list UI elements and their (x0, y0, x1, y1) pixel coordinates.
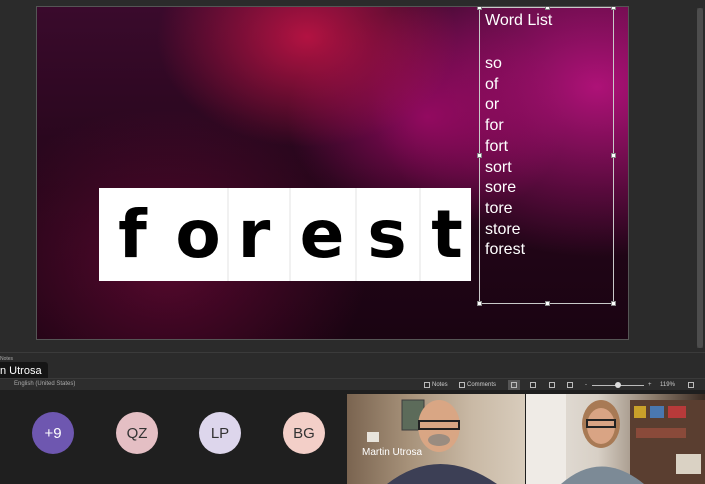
notes-button[interactable]: Notes (424, 380, 448, 390)
zoom-in-button[interactable]: + (648, 380, 652, 390)
reading-view-button[interactable] (549, 380, 555, 390)
resize-handle[interactable] (545, 7, 550, 10)
zoom-out-button[interactable]: - (585, 380, 587, 390)
word-list-item: of (485, 75, 499, 93)
word-list-title: Word List (485, 12, 553, 29)
participant-avatar[interactable]: LP (199, 412, 241, 454)
fit-to-window-button[interactable] (688, 380, 694, 390)
comment-icon (459, 382, 465, 388)
word-list-item: sore (485, 179, 517, 197)
projector-icon (567, 382, 573, 388)
tile-divider (419, 188, 421, 281)
participant-video-presenter[interactable]: Martin Utrosa (347, 394, 525, 484)
language-indicator[interactable]: English (United States) (14, 381, 75, 387)
slide-editor-area: f o r e s t Word List so of or for fort … (0, 0, 705, 378)
tile-divider (289, 188, 291, 281)
vertical-scrollbar[interactable] (697, 8, 703, 348)
word-list-item: fort (485, 137, 509, 155)
resize-handle[interactable] (477, 7, 482, 10)
letter-tile: e (299, 195, 345, 273)
word-list-item: store (485, 220, 521, 238)
grid-icon (530, 382, 536, 388)
comments-button-label: Comments (467, 382, 497, 388)
participant-avatar[interactable]: BG (283, 412, 325, 454)
word-list-item: for (485, 117, 504, 135)
tile-divider (355, 188, 357, 281)
resize-handle[interactable] (611, 7, 616, 10)
slide-canvas[interactable]: f o r e s t Word List so of or for fort … (36, 6, 629, 340)
notes-icon (424, 382, 430, 388)
letter-tile: r (237, 195, 271, 273)
normal-view-button[interactable] (508, 380, 520, 390)
word-list-item: or (485, 96, 500, 114)
word-list-item: sort (485, 158, 512, 176)
word-list-item: so (485, 55, 502, 72)
main-word-tiles: f o r e s t (99, 188, 471, 281)
letter-tile: f (118, 195, 147, 273)
slide-sorter-button[interactable] (530, 380, 536, 390)
comments-button[interactable]: Comments (459, 380, 496, 390)
zoom-level[interactable]: 119% (660, 380, 675, 390)
slideshow-button[interactable] (567, 380, 573, 390)
tile-divider (227, 188, 229, 281)
participant-avatar[interactable]: QZ (116, 412, 158, 454)
word-list-item: forest (485, 241, 526, 259)
resize-handle[interactable] (545, 301, 550, 306)
participant-video-image (526, 394, 705, 484)
presenter-video-image (367, 399, 497, 484)
normal-view-icon (511, 382, 517, 388)
letter-tile: o (175, 195, 221, 273)
resize-handle[interactable] (477, 153, 482, 158)
letter-tile: s (367, 195, 407, 273)
status-bar: English (United States) Notes Comments -… (0, 378, 705, 390)
zoom-slider-thumb[interactable] (615, 382, 621, 388)
notes-divider (0, 352, 705, 353)
letter-tile: t (431, 195, 463, 273)
presenter-name-label: Martin Utrosa (362, 447, 423, 458)
resize-handle[interactable] (477, 301, 482, 306)
meeting-participant-strip: +9 QZ LP BG Martin Utrosa (0, 390, 705, 484)
participant-overflow-avatar[interactable]: +9 (32, 412, 74, 454)
participant-video[interactable] (526, 394, 705, 484)
resize-handle[interactable] (611, 301, 616, 306)
word-list: so of or for fort sort sore tore store f… (485, 54, 525, 261)
word-list-textbox[interactable]: Word List so of or for fort sort sore to… (477, 7, 616, 306)
scrollbar-thumb[interactable] (697, 8, 703, 348)
book-icon (549, 382, 555, 388)
resize-handle[interactable] (611, 153, 616, 158)
fit-window-icon (688, 382, 694, 388)
notes-button-label: Notes (432, 382, 448, 388)
word-list-item: tore (485, 199, 513, 217)
